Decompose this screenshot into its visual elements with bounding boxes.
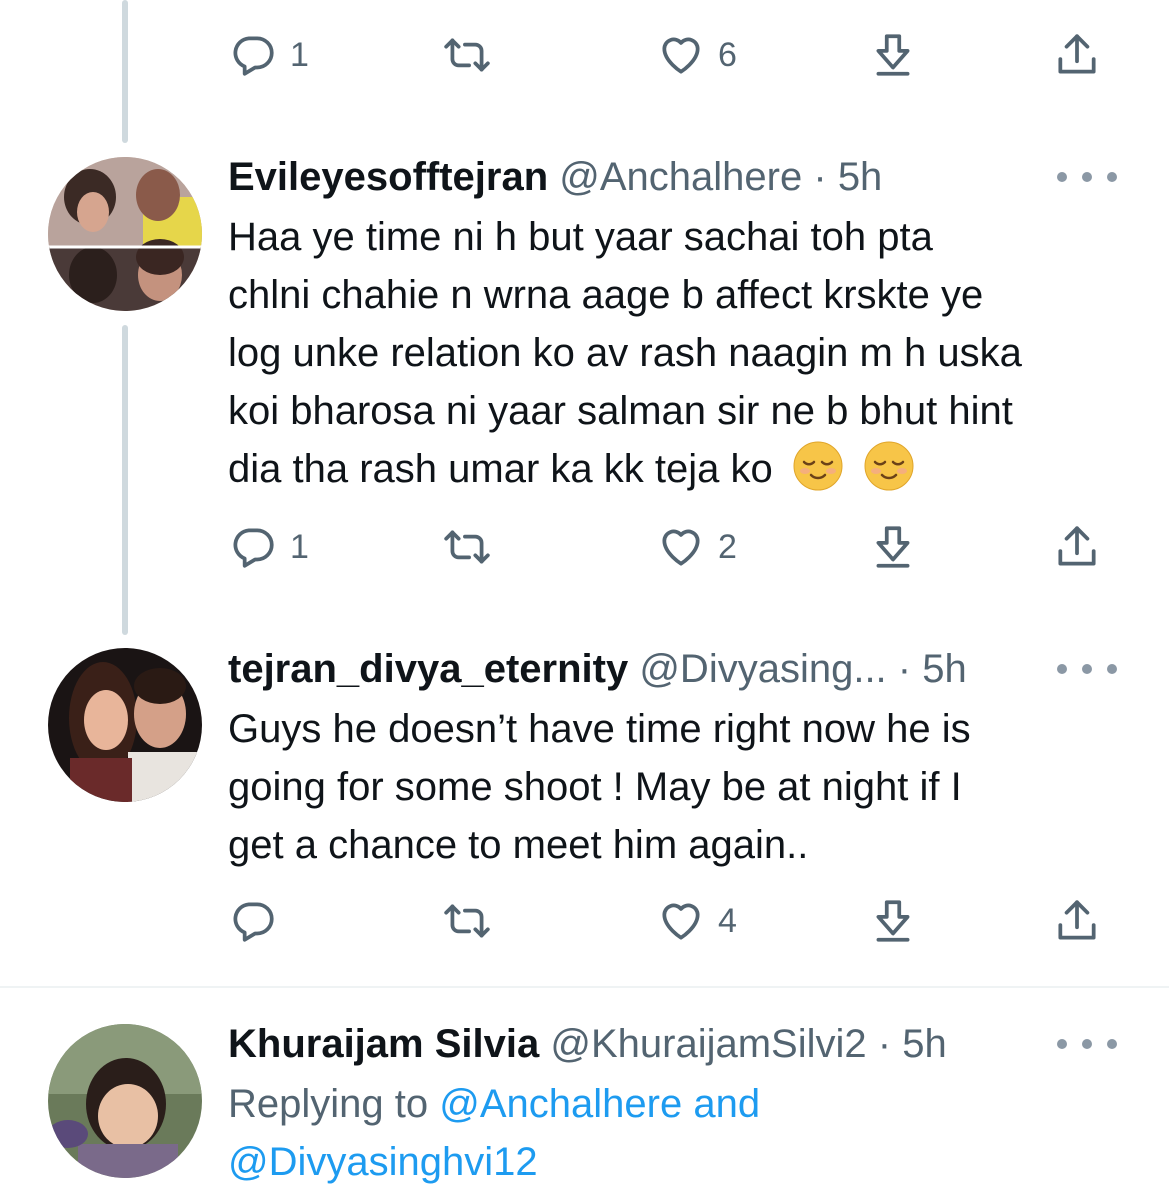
- like-count: 4: [718, 901, 737, 940]
- separator-dot: ·: [877, 1022, 892, 1066]
- tweet-actions: 1 6: [0, 20, 1169, 90]
- tweet-actions: 4: [0, 886, 1169, 956]
- reply-icon: [233, 36, 274, 76]
- tweet-text-line: Guys he doesn’t have time right now he i…: [228, 707, 971, 751]
- retweet-button[interactable]: [442, 512, 492, 582]
- like-icon: [662, 903, 700, 940]
- relieved-face-emoji: [793, 441, 843, 491]
- download-icon: [876, 900, 910, 942]
- replying-to-mention[interactable]: @Anchalhere and: [439, 1082, 760, 1126]
- avatar[interactable]: [48, 648, 202, 802]
- like-button[interactable]: 6: [656, 20, 737, 90]
- tweet-text-line: dia tha rash umar ka kk teja ko: [228, 447, 773, 491]
- display-name[interactable]: tejran_divya_eternity: [228, 647, 628, 691]
- share-icon: [1058, 526, 1096, 566]
- download-icon: [876, 34, 910, 76]
- reply-button[interactable]: 1: [228, 20, 309, 90]
- more-icon[interactable]: [1057, 1016, 1117, 1072]
- retweet-icon: [444, 38, 490, 72]
- tweet-actions: 1 2: [0, 512, 1169, 582]
- user-handle[interactable]: @Divyasing...: [639, 647, 886, 691]
- share-button[interactable]: [1052, 886, 1102, 956]
- replying-to: Replying to @Anchalhere and: [228, 1075, 760, 1133]
- like-button[interactable]: 2: [656, 512, 737, 582]
- tweet-header: Evileyesofftejran @Anchalhere · 5h: [228, 149, 1019, 205]
- timestamp[interactable]: 5h: [838, 155, 883, 199]
- replying-to-mention[interactable]: @Divyasinghvi12: [228, 1140, 538, 1184]
- replying-to-label: Replying to: [228, 1082, 429, 1126]
- tweet-text: Guys he doesn’t have time right now he i…: [228, 700, 1128, 874]
- tweet-divider: [0, 986, 1169, 988]
- tweet-text-line: chlni chahie n wrna aage b affect krskte…: [228, 273, 984, 317]
- share-icon: [1058, 900, 1096, 940]
- separator-dot: ·: [813, 155, 827, 199]
- separator-dot: ·: [897, 647, 912, 691]
- avatar-photo: [48, 157, 202, 311]
- tweet-text-line: get a chance to meet him again..: [228, 823, 809, 867]
- display-name[interactable]: Evileyesofftejran: [228, 155, 548, 199]
- more-icon[interactable]: [1057, 641, 1117, 697]
- like-count: 6: [718, 35, 737, 74]
- avatar-photo: [48, 1024, 202, 1178]
- retweet-button[interactable]: [442, 20, 492, 90]
- tweet-text-line: Haa ye time ni h but yaar sachai toh pta: [228, 215, 933, 259]
- like-icon: [662, 529, 700, 566]
- avatar[interactable]: [48, 1024, 202, 1178]
- relieved-face-emoji: [864, 441, 914, 491]
- display-name[interactable]: Khuraijam Silvia: [228, 1022, 539, 1066]
- reply-icon: [233, 902, 274, 942]
- tweet-text-line: going for some shoot ! May be at night i…: [228, 765, 962, 809]
- download-button[interactable]: [868, 886, 918, 956]
- reply-button[interactable]: [228, 886, 290, 956]
- share-button[interactable]: [1052, 20, 1102, 90]
- like-icon: [662, 37, 700, 74]
- timestamp[interactable]: 5h: [902, 1022, 947, 1066]
- tweet-header: Khuraijam Silvia @KhuraijamSilvi2 · 5h: [228, 1016, 1019, 1072]
- like-button[interactable]: 4: [656, 886, 737, 956]
- retweet-icon: [444, 904, 490, 938]
- retweet-button[interactable]: [442, 886, 492, 956]
- tweet-text-line: koi bharosa ni yaar salman sir ne b bhut…: [228, 389, 1013, 433]
- share-button[interactable]: [1052, 512, 1102, 582]
- download-button[interactable]: [868, 512, 918, 582]
- download-button[interactable]: [868, 20, 918, 90]
- like-count: 2: [718, 527, 737, 566]
- replying-to-continued: @Divyasinghvi12: [228, 1133, 538, 1191]
- tweet-header: tejran_divya_eternity @Divyasing... · 5h: [228, 641, 1019, 697]
- timestamp[interactable]: 5h: [922, 647, 967, 691]
- avatar[interactable]: [48, 157, 202, 311]
- download-icon: [876, 526, 910, 568]
- reply-button[interactable]: 1: [228, 512, 309, 582]
- thread-line: [122, 325, 128, 635]
- user-handle[interactable]: @Anchalhere: [559, 155, 802, 199]
- more-icon[interactable]: [1057, 149, 1117, 205]
- tweet-text-line-with-emoji: dia tha rash umar ka kk teja ko: [228, 440, 1128, 498]
- share-icon: [1058, 34, 1096, 74]
- tweet-text: Haa ye time ni h but yaar sachai toh pta…: [228, 208, 1128, 498]
- user-handle[interactable]: @KhuraijamSilvi2: [550, 1022, 866, 1066]
- reply-count: 1: [290, 35, 309, 74]
- avatar-photo: [48, 648, 202, 802]
- reply-icon: [233, 528, 274, 568]
- retweet-icon: [444, 530, 490, 564]
- reply-count: 1: [290, 527, 309, 566]
- tweet-text-line: log unke relation ko av rash naagin m h …: [228, 331, 1022, 375]
